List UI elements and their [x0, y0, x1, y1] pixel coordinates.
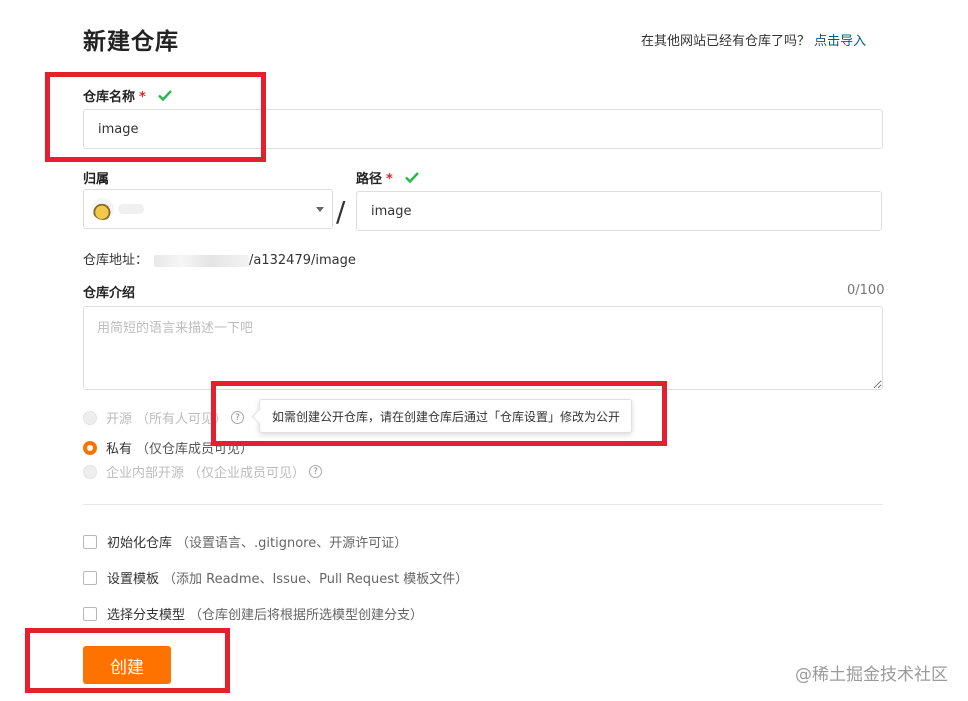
- page-title: 新建仓库: [83, 29, 179, 55]
- radio-circle-selected: [83, 440, 97, 455]
- path-value: image: [371, 203, 412, 219]
- watermark: @稀土掘金技术社区: [795, 665, 948, 685]
- checkbox-branch-label: 选择分支模型: [107, 608, 186, 623]
- annotation-box-tooltip: [211, 381, 667, 446]
- radio-private-label: 私有: [106, 442, 133, 457]
- chevron-down-icon: [316, 206, 324, 212]
- owner-select[interactable]: [83, 189, 333, 229]
- checkbox-init-hint: （设置语言、.gitignore、开源许可证）: [176, 536, 408, 551]
- intro-label: 仓库介绍: [83, 286, 136, 301]
- checkbox-init-repo[interactable]: 初始化仓库 （设置语言、.gitignore、开源许可证）: [83, 532, 407, 551]
- owner-avatar: [92, 198, 114, 220]
- checkbox-box: [83, 570, 97, 585]
- path-separator: /: [336, 195, 346, 228]
- annotation-box-repo-name: [45, 72, 266, 162]
- path-label-row: 路径 *: [356, 168, 420, 187]
- address-redacted: [154, 254, 250, 267]
- radio-public-label: 开源: [106, 412, 133, 427]
- intro-textarea[interactable]: [83, 306, 883, 390]
- import-question: 在其他网站已经有仓库了吗？: [641, 34, 811, 49]
- radio-circle: [83, 410, 97, 425]
- repo-address-suffix: /a132479/image: [249, 253, 356, 268]
- repo-address-label: 仓库地址：: [83, 253, 149, 268]
- valid-check-icon: [405, 172, 420, 187]
- checkbox-template[interactable]: 设置模板 （添加 Readme、Issue、Pull Request 模板文件）: [83, 568, 468, 587]
- divider: [83, 504, 883, 505]
- radio-enterprise-label: 企业内部开源: [106, 466, 185, 481]
- path-input[interactable]: image: [356, 191, 882, 231]
- annotation-box-create: [25, 628, 230, 693]
- owner-name-redacted: [118, 204, 144, 214]
- radio-circle: [83, 464, 97, 479]
- repo-address: 仓库地址： /a132479/image: [83, 249, 356, 268]
- checkbox-box: [83, 534, 97, 549]
- checkbox-branch-model[interactable]: 选择分支模型 （仓库创建后将根据所选模型创建分支）: [83, 604, 423, 623]
- import-prompt: 在其他网站已经有仓库了吗？ 点击导入: [641, 30, 866, 49]
- owner-label: 归属: [83, 172, 110, 187]
- radio-enterprise-hint: （仅企业成员可见）: [188, 466, 306, 481]
- checkbox-template-hint: （添加 Readme、Issue、Pull Request 模板文件）: [163, 572, 469, 587]
- checkbox-box: [83, 606, 97, 621]
- path-label: 路径: [356, 172, 383, 187]
- question-circle-icon[interactable]: ?: [309, 465, 323, 478]
- checkbox-init-label: 初始化仓库: [107, 536, 173, 551]
- radio-enterprise[interactable]: 企业内部开源 （仅企业成员可见） ?: [83, 462, 323, 481]
- import-link[interactable]: 点击导入: [814, 34, 866, 49]
- intro-counter: 0/100: [847, 283, 885, 298]
- checkbox-branch-hint: （仓库创建后将根据所选模型创建分支）: [189, 608, 424, 623]
- required-mark: *: [386, 172, 393, 187]
- checkbox-template-label: 设置模板: [107, 572, 160, 587]
